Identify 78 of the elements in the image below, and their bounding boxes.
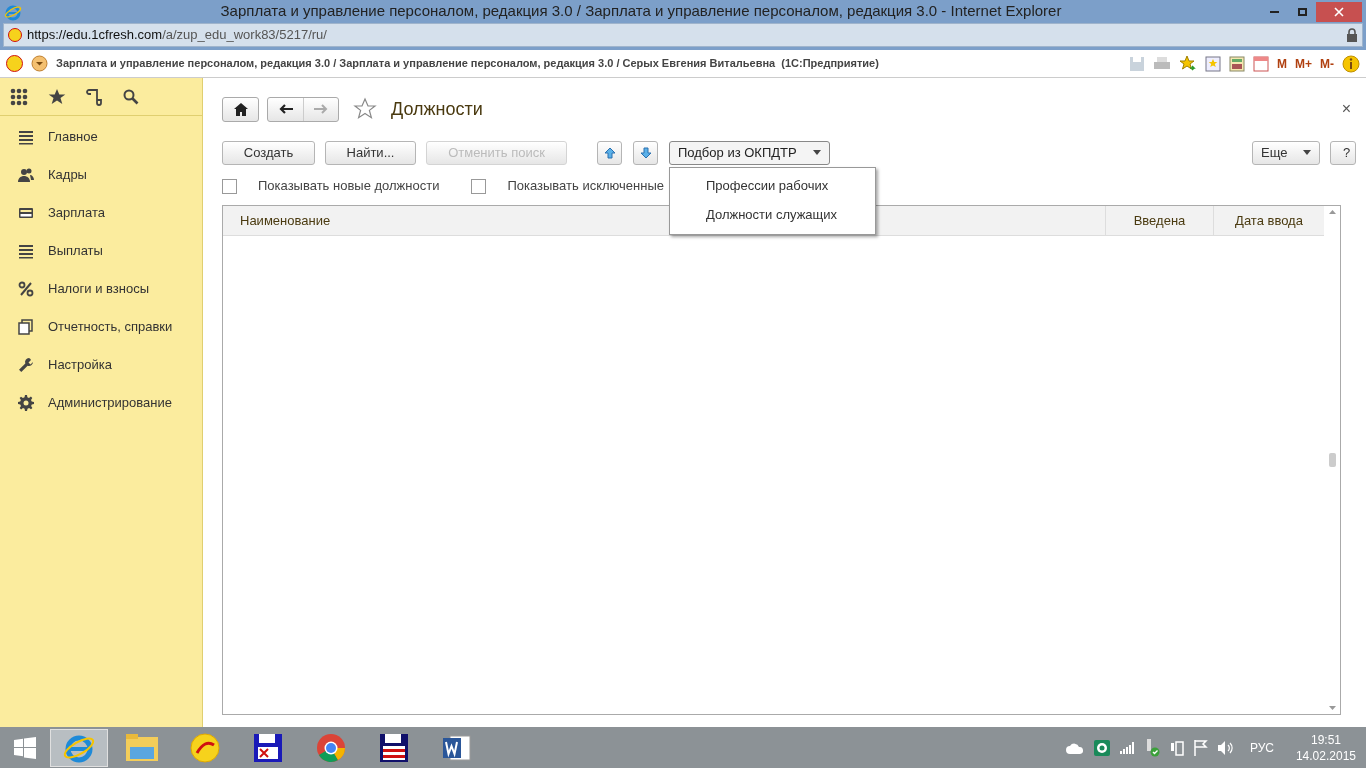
close-button[interactable]: [1316, 1, 1362, 22]
dropdown-circle-icon[interactable]: [31, 55, 48, 72]
left-arrow-icon: [278, 104, 293, 114]
sidebar-item[interactable]: Выплаты: [48, 241, 103, 261]
lock-icon: [1346, 28, 1358, 42]
scroll-down-icon[interactable]: [1328, 706, 1336, 710]
flag-icon[interactable]: [1193, 739, 1208, 756]
caret-icon: [812, 150, 821, 155]
star-icon[interactable]: [48, 87, 66, 106]
app-logo-icon[interactable]: [6, 55, 23, 72]
sidebar-item[interactable]: Администрирование: [48, 393, 172, 413]
gear-icon: [18, 395, 34, 411]
print-icon[interactable]: [1153, 55, 1171, 72]
memory-button[interactable]: M-: [1320, 54, 1334, 73]
toolbar-button[interactable]: Создать: [222, 140, 315, 165]
move-up-button[interactable]: [597, 140, 622, 165]
down-arrow-icon: [639, 146, 652, 159]
sidebar-item[interactable]: Зарплата: [48, 203, 105, 223]
cloud-icon[interactable]: [1065, 741, 1084, 754]
calculator-icon[interactable]: [1229, 55, 1245, 72]
eye-icon[interactable]: [1093, 739, 1110, 756]
site-logo-icon: [8, 28, 22, 42]
history-icon[interactable]: [86, 87, 102, 106]
windows-logo-icon: [14, 736, 36, 759]
scroll-thumb[interactable]: [1328, 453, 1336, 467]
page-title: Должности: [391, 97, 483, 121]
documents-icon: [18, 319, 34, 335]
home-icon: [233, 102, 248, 116]
calendar-icon[interactable]: [1253, 55, 1269, 72]
help-button[interactable]: ?: [1330, 140, 1356, 165]
column-header[interactable]: Введена: [1133, 210, 1186, 231]
checkbox-label: Показывать исключенные: [507, 177, 664, 196]
sidebar-item[interactable]: Настройка: [48, 355, 112, 375]
sidebar-item[interactable]: Главное: [48, 127, 98, 147]
speaker-icon[interactable]: [1217, 740, 1234, 755]
dropdown-button[interactable]: Подбор из ОКПДТР: [669, 140, 830, 165]
list-icon: [18, 129, 34, 145]
people-icon: [18, 167, 34, 183]
home-button[interactable]: [222, 96, 259, 122]
caret-icon: [1303, 150, 1311, 155]
favorite-page-icon[interactable]: [1205, 55, 1221, 72]
list-icon: [18, 243, 34, 259]
scroll-up-icon[interactable]: [1328, 210, 1336, 214]
battery-icon[interactable]: [1169, 739, 1184, 756]
column-header[interactable]: Наименование: [240, 210, 331, 231]
wrench-icon: [18, 357, 34, 373]
up-arrow-icon: [603, 146, 616, 159]
percent-icon: [18, 281, 34, 297]
menu-item[interactable]: Должности служащих: [670, 200, 875, 230]
signal-icon[interactable]: [1119, 741, 1134, 754]
move-down-button[interactable]: [633, 140, 658, 165]
memory-button[interactable]: M+: [1295, 54, 1312, 73]
checkbox-label: Показывать новые должности: [258, 177, 440, 196]
info-icon[interactable]: [1342, 54, 1360, 73]
menu-item[interactable]: Профессии рабочих: [670, 171, 875, 201]
sidebar-item[interactable]: Отчетность, справки: [48, 317, 173, 337]
checkbox[interactable]: [471, 178, 487, 194]
search-icon[interactable]: [122, 87, 140, 106]
app-title: Зарплата и управление персоналом, редакция 3.0 / Зарплата и управление персоналом, редакция 3.0 / Серых Евгения Витальевна (1С:Предприятие): [56, 56, 880, 72]
window-title: Зарплата и управление персоналом, редакция 3.0 / Зарплата и управление персоналом, редакция 3.0 - Internet Explorer: [219, 1, 1063, 22]
sidebar-item[interactable]: Кадры: [48, 165, 87, 185]
card-icon: [18, 205, 34, 221]
checkbox[interactable]: [222, 178, 237, 194]
sidebar-item[interactable]: Налоги и взносы: [48, 279, 150, 299]
more-button[interactable]: Еще: [1252, 140, 1320, 165]
address-field[interactable]: https://edu.1cfresh.com/a/zup_edu_work83/5217/ru/: [3, 23, 1363, 47]
favorite-star-icon[interactable]: [353, 97, 377, 121]
toolbar-button[interactable]: Найти...: [325, 140, 416, 165]
folder-icon: [125, 732, 159, 763]
close-icon: [1334, 6, 1344, 17]
column-header[interactable]: Дата ввода: [1235, 210, 1303, 231]
close-button[interactable]: ×: [1341, 97, 1351, 121]
document-w-icon: [442, 732, 472, 763]
star-arrow-icon[interactable]: [1179, 54, 1197, 73]
right-arrow-icon: [314, 104, 328, 114]
memory-button[interactable]: M: [1277, 54, 1287, 73]
circle-logo-icon: [190, 732, 220, 763]
apps-grid-icon[interactable]: [10, 87, 28, 106]
